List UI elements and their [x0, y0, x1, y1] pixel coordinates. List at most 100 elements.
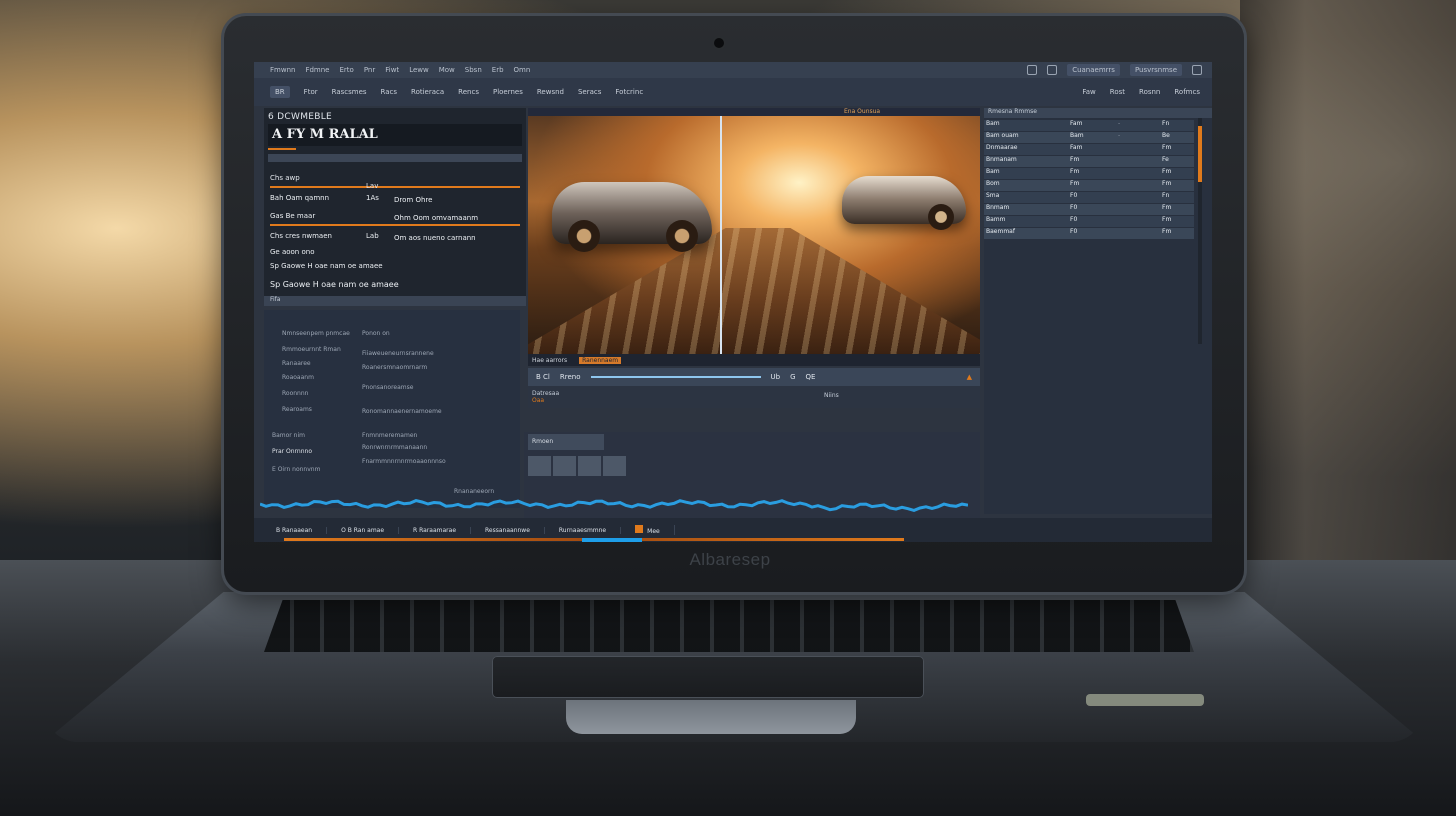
menu-item[interactable]: Fmwnn	[270, 66, 295, 74]
workspace-label-2[interactable]: Pusvrsnmse	[1129, 64, 1182, 76]
status-segment[interactable]: R Raraamarae	[399, 526, 472, 534]
property-cell: Bnmam	[986, 204, 1010, 211]
toolbar-button[interactable]: Rascsmes	[332, 88, 367, 96]
close-icon[interactable]	[1192, 65, 1202, 75]
audio-waveform[interactable]	[259, 496, 969, 518]
property-cell: Dnmaarae	[986, 144, 1018, 151]
menu-item[interactable]: Leww	[409, 66, 429, 74]
graph-value: Lav	[366, 182, 379, 190]
property-row[interactable]: Bam Fam - Fn	[984, 120, 1194, 131]
menu-item[interactable]: Mow	[439, 66, 455, 74]
list-item[interactable]: Ponon on	[362, 330, 390, 337]
status-segment[interactable]: Rurnaaesmmne	[545, 526, 622, 534]
menu-item[interactable]: Erb	[492, 66, 504, 74]
list-item[interactable]: Rmmoeurnnt Rman	[282, 346, 341, 353]
property-row[interactable]: Bnmanam Fm Fe	[984, 156, 1194, 167]
graph-value: 1As	[366, 194, 379, 202]
property-cell: F0	[1070, 204, 1078, 211]
clip-thumbnail[interactable]	[553, 456, 576, 476]
menu-item[interactable]: Sbsn	[465, 66, 482, 74]
waveform-svg	[259, 499, 969, 512]
status-segment[interactable]: B Ranaaean	[254, 526, 328, 534]
toolbar-button[interactable]: Rofmcs	[1174, 88, 1200, 96]
clip-thumbnail[interactable]	[528, 456, 551, 476]
status-segment[interactable]: Ressanaannwe	[471, 526, 545, 534]
list-item[interactable]: Ranaaree	[282, 360, 311, 367]
toolbar-button[interactable]: Rotieraca	[411, 88, 444, 96]
menu-item[interactable]: Erto	[340, 66, 354, 74]
toolbar-button[interactable]: Racs	[381, 88, 398, 96]
laptop-status-led	[1086, 694, 1204, 706]
transport-button[interactable]: Ub	[771, 373, 781, 381]
property-row[interactable]: Sma F0 Fn	[984, 192, 1194, 203]
layout-icon[interactable]	[1047, 65, 1058, 75]
video-preview[interactable]	[528, 116, 980, 354]
property-row[interactable]: Bom Fm Fm	[984, 180, 1194, 191]
property-row[interactable]: Baemmaf F0 Fm	[984, 228, 1194, 239]
property-cell: Sma	[986, 192, 1000, 199]
list-item[interactable]: E Oirn nonnvnm	[272, 466, 320, 473]
toolbar-button[interactable]: Seracs	[578, 88, 601, 96]
list-item[interactable]: Nmnseenpem pnmcae	[282, 330, 350, 337]
toolbar-button[interactable]: Rosnn	[1139, 88, 1160, 96]
workspace-label[interactable]: Cuanaemrrs	[1067, 64, 1120, 76]
toolbar-button[interactable]: Rewsnd	[537, 88, 564, 96]
property-cell: Fm	[1162, 180, 1172, 187]
transport-button[interactable]: QE	[806, 373, 816, 381]
list-item[interactable]: Pnonsanoreamse	[362, 384, 413, 391]
list-item[interactable]: Bamor nim	[272, 432, 305, 439]
toolbar-button[interactable]: BR	[270, 86, 290, 98]
toolbar-button[interactable]: Ftor	[304, 88, 318, 96]
toolbar-button[interactable]: Faw	[1082, 88, 1095, 96]
properties-scrollbar[interactable]	[1198, 118, 1202, 344]
record-icon[interactable]	[635, 525, 644, 533]
menu-item[interactable]: Pnr	[364, 66, 375, 74]
toolbar-button[interactable]: Rost	[1110, 88, 1125, 96]
list-item[interactable]: Ronomannaenernamoeme	[362, 408, 442, 415]
menu-item[interactable]: Fiwt	[385, 66, 399, 74]
list-item[interactable]: Fnarmmnnrnnrmoaaonnnso	[362, 458, 446, 465]
property-row[interactable]: Bam ouam Bam - Be	[984, 132, 1194, 143]
status-segment[interactable]: Mee	[621, 525, 675, 535]
window-icon[interactable]	[1027, 65, 1038, 75]
preview-playhead[interactable]	[720, 116, 722, 354]
list-item[interactable]: Rearoams	[282, 406, 312, 413]
list-item[interactable]: Roanersmnaomrnarm	[362, 364, 427, 371]
list-item[interactable]: Fiiaweueneurnsrannene	[362, 350, 434, 357]
transport-button[interactable]: G	[790, 373, 795, 381]
viewer-footer-label: Hae aarrors	[532, 356, 568, 364]
property-cell: Bamm	[986, 216, 1006, 223]
scrub-bar[interactable]	[590, 376, 761, 378]
property-row[interactable]: Bam Fm Fm	[984, 168, 1194, 179]
clip-thumbnail[interactable]	[578, 456, 601, 476]
graph-value: Lab	[366, 232, 379, 240]
list-item[interactable]: Roonnnn	[282, 390, 308, 397]
timecode: B Cl	[536, 373, 550, 381]
property-row[interactable]: Bnmam F0 Fm	[984, 204, 1194, 215]
menu-item[interactable]: Omn	[514, 66, 531, 74]
property-cell: Bnmanam	[986, 156, 1017, 163]
list-item[interactable]: Ronrwnrnrmmanaann	[362, 444, 427, 451]
transport-bar: B Cl Rreno Ub G QE ▲	[528, 368, 980, 386]
list-item[interactable]: Roaoaanm	[282, 374, 314, 381]
toolbar-button[interactable]: Fotcrinc	[615, 88, 643, 96]
toolbar-button[interactable]: Ploernes	[493, 88, 523, 96]
status-segment[interactable]: O B Ran amae	[327, 526, 400, 534]
clip-thumbnail[interactable]	[603, 456, 626, 476]
list-item[interactable]: Rnananeeorn	[454, 488, 494, 495]
list-item[interactable]: Fnmnmeremamen	[362, 432, 417, 439]
graph-label: Ohm Oom omvamaanm	[394, 214, 479, 222]
property-row[interactable]: Bamm F0 Fm	[984, 216, 1194, 227]
menu-item[interactable]: Fdmne	[305, 66, 329, 74]
panel-tab[interactable]: Fifa	[264, 296, 526, 306]
preview-car-right	[842, 176, 966, 230]
clips-header: Rmoen	[528, 434, 604, 450]
toolbar-button[interactable]: Rencs	[458, 88, 479, 96]
property-cell: Fm	[1162, 216, 1172, 223]
property-row[interactable]: Dnmaarae Fam Fm	[984, 144, 1194, 155]
clip-info-right: Niins	[824, 392, 839, 399]
list-item[interactable]: Prar Onrnnno	[272, 448, 312, 455]
orange-indicator	[268, 148, 296, 150]
property-cell: Fm	[1162, 204, 1172, 211]
graph-label: Sp Gaowe H oae nam oe amaee	[270, 280, 399, 289]
